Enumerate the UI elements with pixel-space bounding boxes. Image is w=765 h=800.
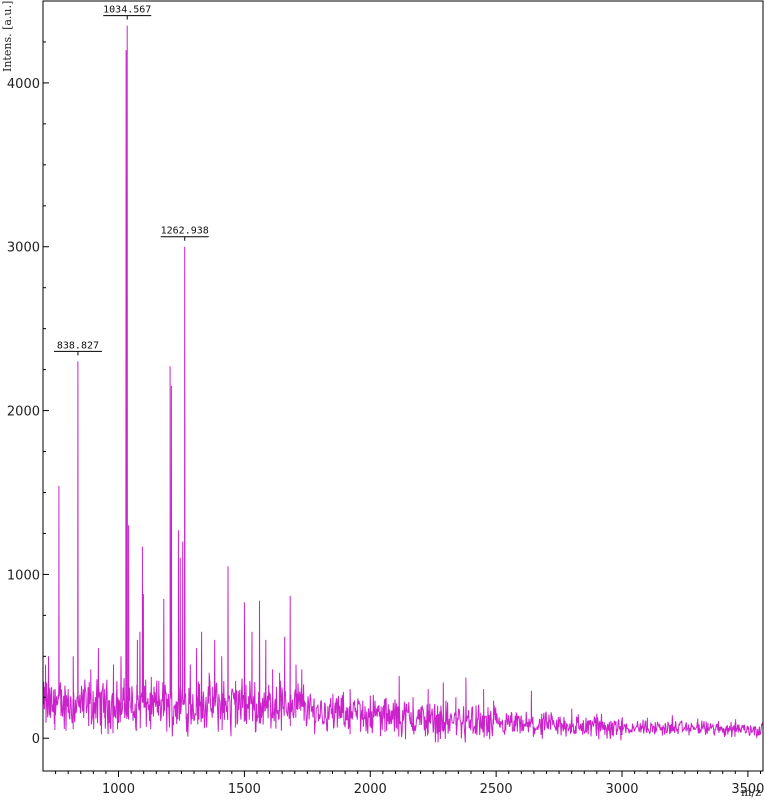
y-tick-label: 1000 (7, 568, 40, 583)
x-tick-label: 1000 (102, 782, 135, 797)
x-tick-label: 2000 (354, 782, 387, 797)
y-tick-label: 3000 (7, 241, 40, 256)
y-tick-label: 2000 (7, 405, 40, 420)
x-axis-title: m/z (741, 786, 761, 799)
x-tick-label: 2500 (480, 782, 513, 797)
peak-label: 838.827 (57, 340, 99, 351)
x-tick-label: 3000 (605, 782, 638, 797)
x-tick-label: 1500 (228, 782, 261, 797)
y-axis-title: Intens. [a.u.] (1, 1, 14, 72)
peak-label: 1262.938 (161, 226, 209, 237)
mass-spectrum-chart: 01000200030004000 1000 1500 2000 2500 3000 35… (0, 0, 765, 800)
peak-label: 1034.567 (103, 5, 151, 16)
y-tick-label: 4000 (7, 77, 40, 92)
y-tick-label: 0 (32, 732, 40, 747)
